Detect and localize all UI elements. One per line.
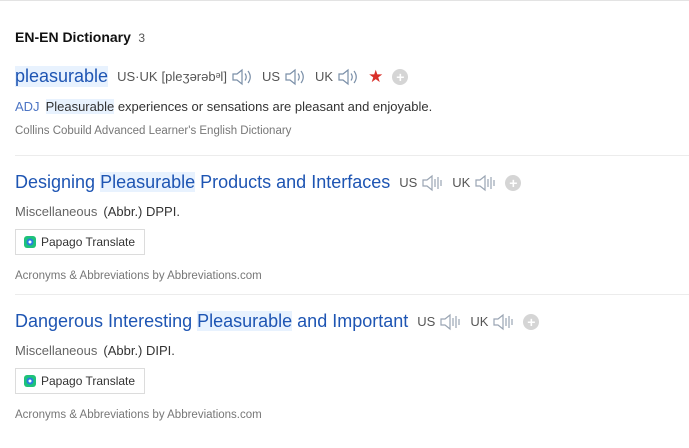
definition-row: ADJ Pleasurable experiences or sensation… [15, 99, 689, 114]
pronunciation-us: US [399, 173, 443, 193]
pronunciation-uk: UK [452, 173, 496, 193]
papago-translate-button[interactable]: Papago Translate [15, 368, 146, 394]
papago-logo-icon [24, 236, 36, 248]
abbreviation-text: (Abbr.) DPPI. [103, 204, 180, 219]
speaker-uk-icon[interactable] [337, 67, 359, 87]
definition-rest: experiences or sensations are pleasant a… [114, 99, 433, 114]
speaker-disabled-icon[interactable] [421, 173, 443, 193]
speaker-disabled-icon[interactable] [474, 173, 496, 193]
title-post: Products and Interfaces [195, 172, 391, 192]
speaker-disabled-icon[interactable] [492, 312, 514, 332]
speaker-us-icon[interactable] [284, 67, 306, 87]
papago-translate-label: Papago Translate [41, 374, 136, 388]
entry-title-link[interactable]: Designing Pleasurable Products and Inter… [15, 172, 390, 193]
entry-pleasurable: pleasurable US·UK [pleʒərəbᵊl] US UK ★ +… [15, 66, 689, 137]
entry-divider [15, 294, 689, 295]
source-label: Acronyms & Abbreviations by Abbreviation… [15, 409, 262, 421]
pronunciation-us: US [262, 67, 306, 87]
definition-text: Pleasurable experiences or sensations ar… [45, 99, 433, 114]
ipa-text: [pleʒərəbᵊl] [161, 69, 227, 84]
papago-translate-button[interactable]: Papago Translate [15, 229, 146, 255]
definition-highlight: Pleasurable [45, 99, 115, 114]
add-wordbook-button[interactable]: + [505, 174, 522, 191]
top-divider [0, 0, 689, 1]
title-post: and Important [292, 311, 409, 331]
definition-row: Miscellaneous (Abbr.) DPPI. [15, 204, 689, 219]
title-pre: Designing [15, 172, 101, 192]
result-count: 3 [138, 31, 146, 45]
speaker-icon[interactable] [231, 67, 253, 87]
translate-wrap: Papago Translate [15, 368, 689, 394]
abbreviation-text: (Abbr.) DIPI. [103, 343, 175, 358]
part-of-speech: ADJ [15, 99, 40, 114]
headword-link[interactable]: pleasurable [15, 66, 109, 87]
pronunciation-us: US [417, 312, 461, 332]
entry-dppi: Designing Pleasurable Products and Inter… [15, 172, 689, 282]
uk-label: UK [470, 314, 489, 329]
entry-divider [15, 155, 689, 156]
star-icon[interactable]: ★ [368, 68, 383, 85]
entry-title-link[interactable]: Dangerous Interesting Pleasurable and Im… [15, 311, 408, 332]
papago-translate-label: Papago Translate [41, 235, 136, 249]
category-label: Miscellaneous [15, 204, 98, 219]
add-wordbook-button[interactable]: + [523, 313, 540, 330]
title-highlight: Pleasurable [197, 311, 293, 331]
pronunciation-uk: UK [470, 312, 514, 332]
title-highlight: Pleasurable [100, 172, 196, 192]
papago-logo-icon [24, 375, 36, 387]
source-label: Acronyms & Abbreviations by Abbreviation… [15, 270, 262, 282]
title-pre: Dangerous Interesting [15, 311, 198, 331]
source-label: Collins Cobuild Advanced Learner's Engli… [15, 125, 292, 137]
us-label: US [261, 69, 280, 84]
section-title: EN-EN Dictionary [15, 29, 131, 45]
pron-region-label: US·UK [117, 69, 158, 84]
definition-row: Miscellaneous (Abbr.) DIPI. [15, 343, 689, 358]
uk-label: UK [315, 69, 334, 84]
entry-dipi: Dangerous Interesting Pleasurable and Im… [15, 311, 689, 421]
us-label: US [417, 314, 436, 329]
speaker-disabled-icon[interactable] [439, 312, 461, 332]
translate-wrap: Papago Translate [15, 229, 689, 255]
category-label: Miscellaneous [15, 343, 98, 358]
pronunciation-uk: UK [315, 67, 359, 87]
add-wordbook-button[interactable]: + [392, 68, 409, 85]
uk-label: UK [452, 175, 471, 190]
section-header: EN-EN Dictionary 3 [15, 29, 145, 47]
us-label: US [399, 175, 418, 190]
pronunciation-us-uk: US·UK [pleʒərəbᵊl] [117, 67, 253, 87]
